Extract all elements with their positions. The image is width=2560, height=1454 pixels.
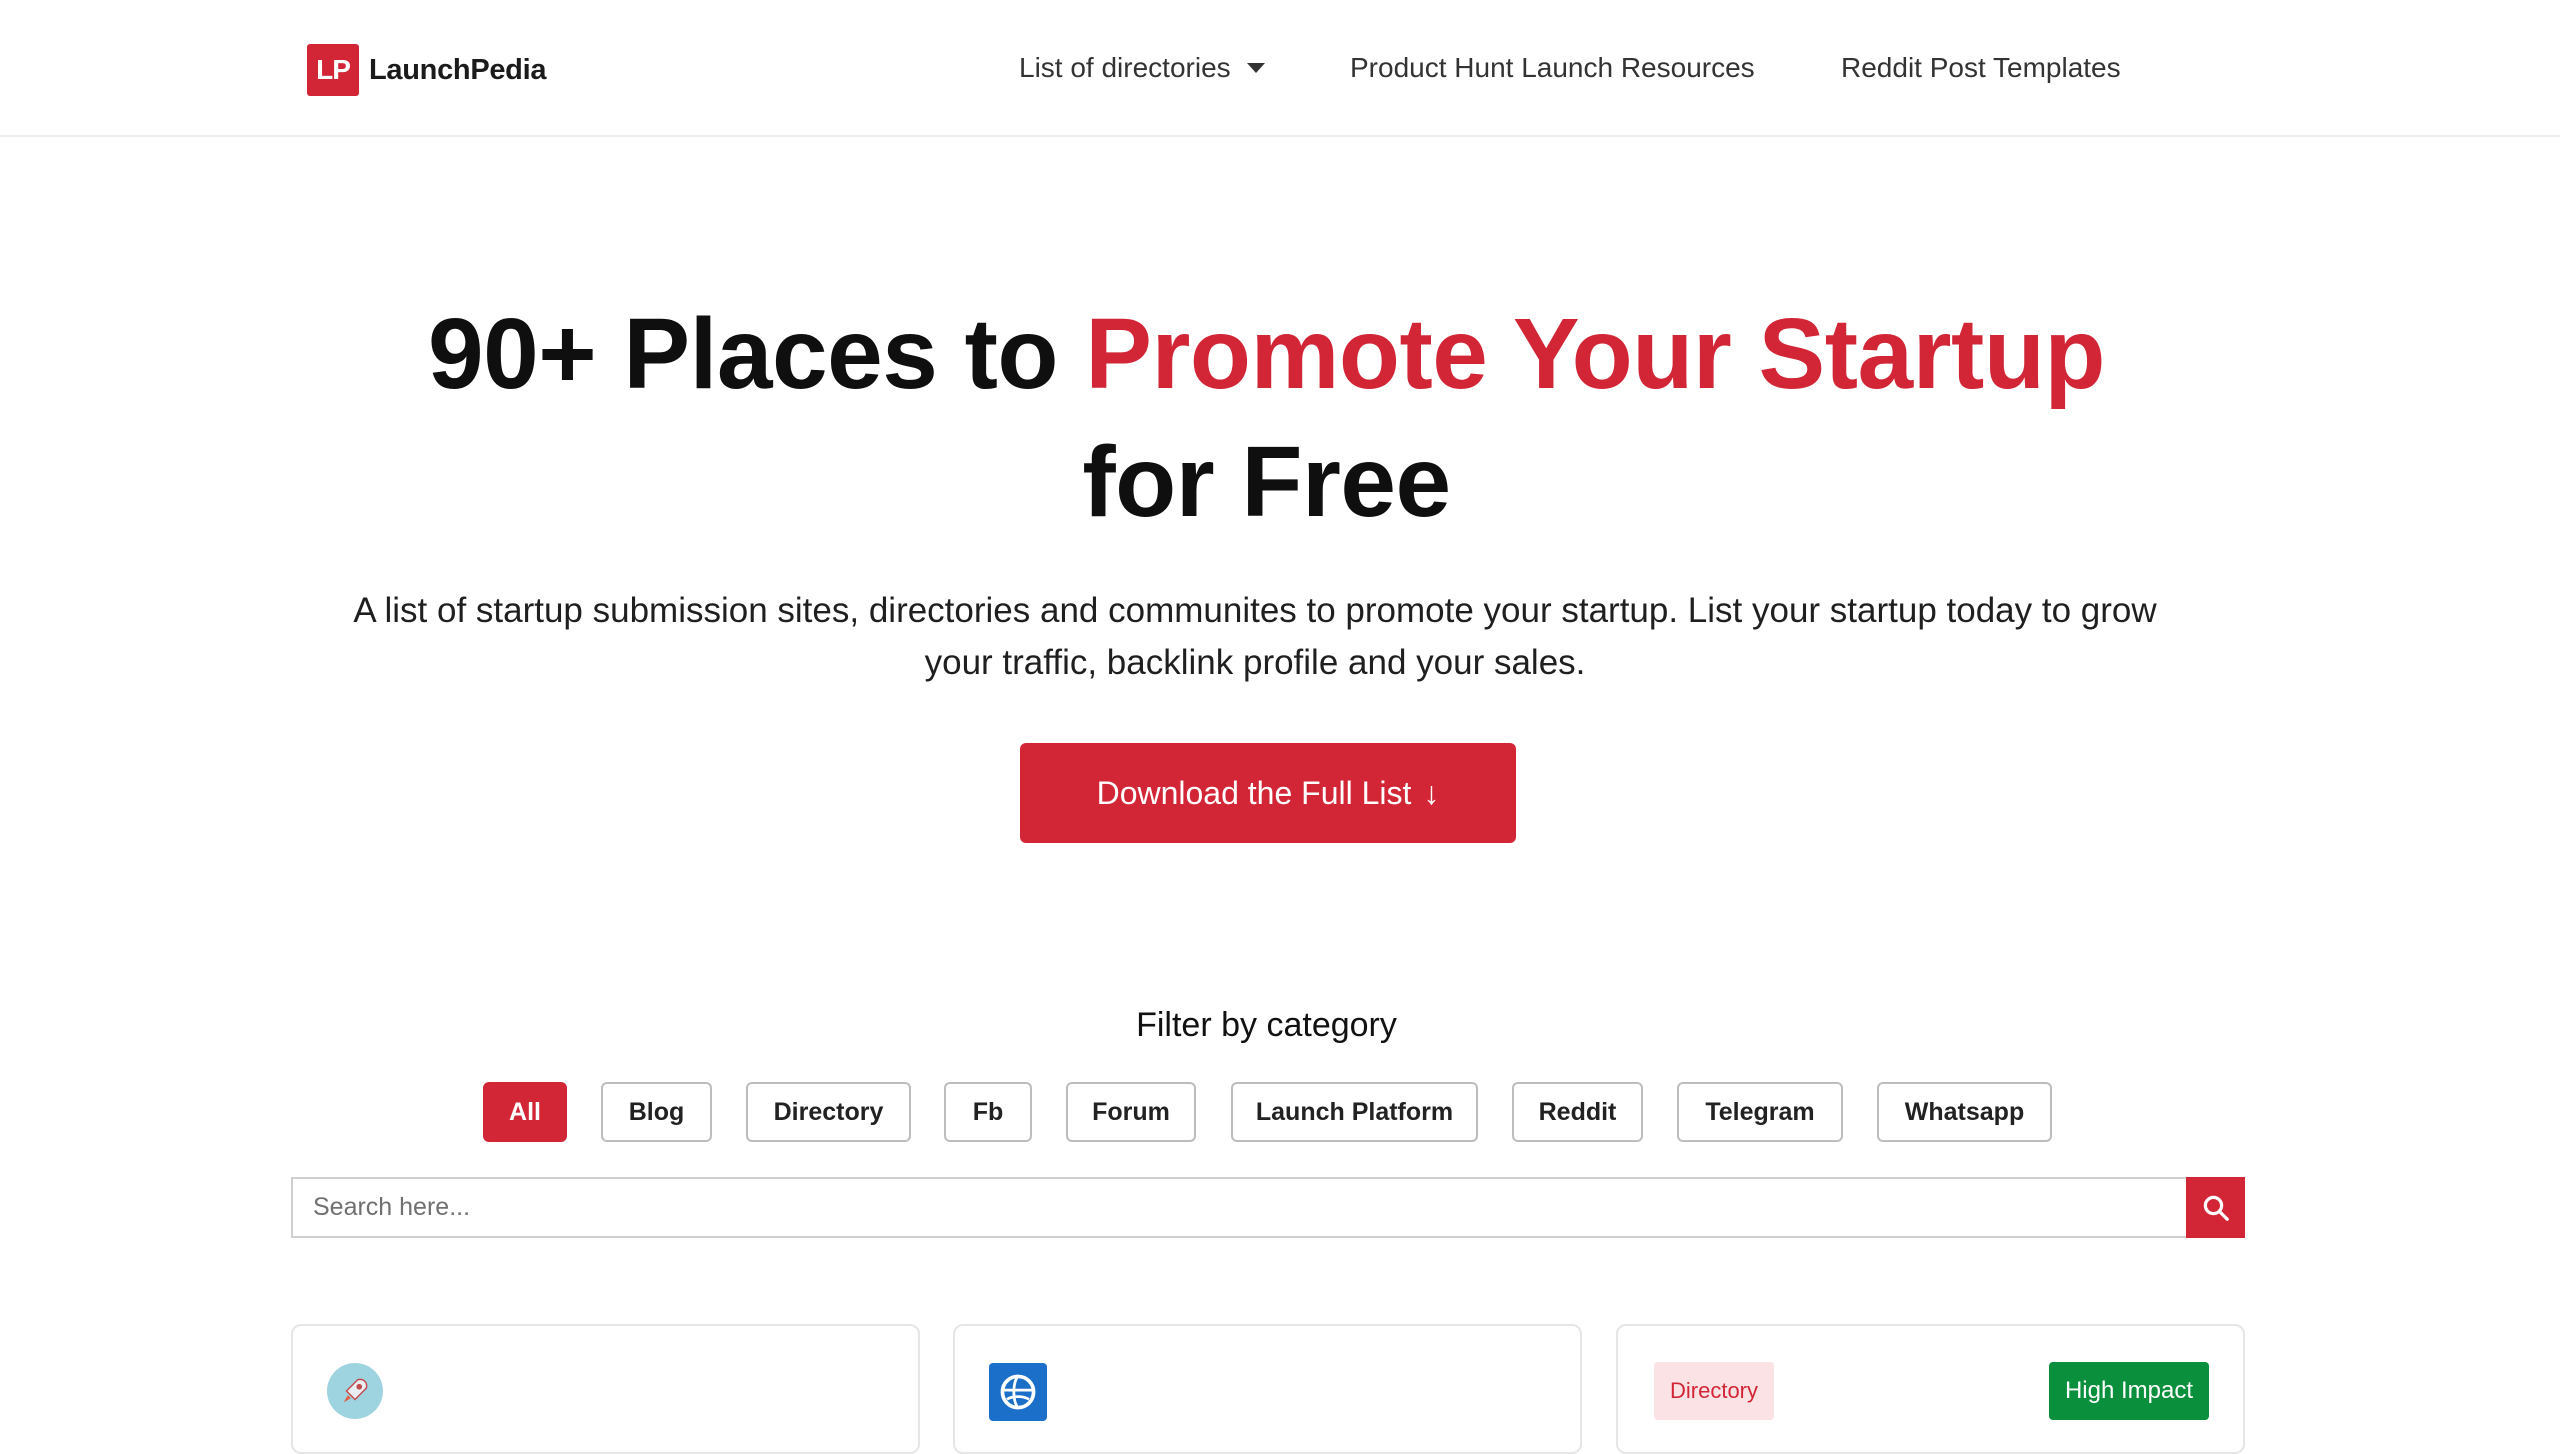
logo-link[interactable]: LP LaunchPedia	[307, 44, 546, 96]
hero-title-accent: Promote Your Startup	[1085, 298, 2106, 410]
nav-label: Product Hunt Launch Resources	[1350, 52, 1755, 83]
hero-subtitle: A list of startup submission sites, dire…	[353, 591, 2157, 682]
nav-label: List of directories	[1019, 52, 1231, 83]
globe-logo-icon	[989, 1363, 1047, 1421]
download-full-list-button[interactable]: Download the Full List ↓	[1020, 743, 1516, 843]
search-icon	[2203, 1195, 2229, 1221]
site-header: LP LaunchPedia List of directories Produ…	[0, 0, 2560, 137]
filter-chip-launch-platform[interactable]: Launch Platform	[1231, 1082, 1478, 1142]
search-button[interactable]	[2186, 1177, 2245, 1238]
impact-badge: High Impact	[2048, 1362, 2209, 1420]
cta-label: Download the Full List	[1096, 774, 1412, 811]
hero-title-part1: 90+ Places to	[427, 298, 1086, 410]
filter-chip-directory[interactable]: Directory	[746, 1082, 911, 1142]
hero-title-part2: for Free	[1082, 426, 1451, 538]
arrow-down-icon: ↓	[1423, 775, 1440, 811]
filter-chip-blog[interactable]: Blog	[601, 1082, 712, 1142]
category-badge: Directory	[1654, 1362, 1775, 1420]
rocket-icon	[327, 1363, 383, 1419]
logo-text: LaunchPedia	[369, 53, 547, 86]
filter-chip-fb[interactable]: Fb	[944, 1082, 1032, 1142]
filter-title: Filter by category	[1136, 1006, 1397, 1044]
nav-reddit-post-templates[interactable]: Reddit Post Templates	[1841, 52, 2121, 84]
nav-list-of-directories[interactable]: List of directories	[1019, 52, 1265, 84]
hero-title: 90+ Places to Promote Your Startup for F…	[0, 290, 2533, 546]
filter-chip-all[interactable]: All	[483, 1082, 567, 1142]
main-nav: List of directories	[1019, 46, 1265, 90]
search-bar	[291, 1177, 2245, 1238]
nav-label: Reddit Post Templates	[1841, 52, 2121, 83]
listing-card[interactable]: Directory High Impact	[1616, 1324, 2245, 1454]
filter-chip-reddit[interactable]: Reddit	[1512, 1082, 1643, 1142]
caret-down-icon	[1246, 63, 1265, 73]
filter-chip-telegram[interactable]: Telegram	[1677, 1082, 1843, 1142]
filter-chip-forum[interactable]: Forum	[1066, 1082, 1196, 1142]
nav-product-hunt-resources[interactable]: Product Hunt Launch Resources	[1350, 52, 1755, 84]
listing-card[interactable]	[953, 1324, 1582, 1454]
nav-group: Product Hunt Launch Resources	[1350, 46, 1755, 90]
filter-chip-whatsapp[interactable]: Whatsapp	[1877, 1082, 2052, 1142]
search-input[interactable]	[291, 1177, 2186, 1238]
logo-mark: LP	[307, 44, 359, 96]
nav-group: Reddit Post Templates	[1841, 46, 2121, 90]
listing-card[interactable]	[291, 1324, 920, 1454]
